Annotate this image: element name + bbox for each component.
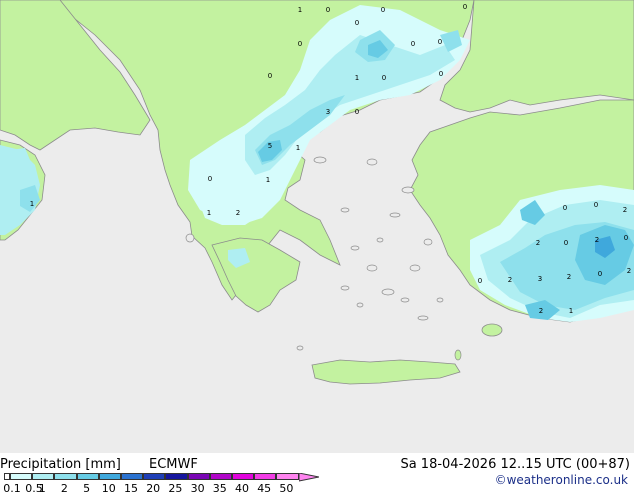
precip-value-label: 0 [438,38,442,46]
legend-swatch [76,473,99,480]
precip-value-label: 1 [296,144,300,152]
model-name: ECMWF [149,457,198,472]
legend-swatch [32,473,55,480]
map-title: Precipitation [mm] [0,457,121,472]
precip-value-label: 2 [536,239,540,247]
legend-tick-label: 0.1 [3,482,21,495]
legend-swatch [232,473,255,480]
precip-value-label: 1 [207,209,211,217]
legend-tick-label: 2 [60,482,68,495]
legend-swatch [276,473,299,480]
precip-value-label: 0 [381,6,385,14]
precip-value-label: 1 [298,6,302,14]
legend-tick-label: 30 [190,482,205,495]
legend-tick-label: 25 [168,482,183,495]
credit-link[interactable]: ©weatheronline.co.uk [495,473,628,487]
precip-value-label: 0 [326,6,330,14]
legend-swatch [254,473,277,480]
precip-value-label: 5 [268,142,272,150]
legend-swatch [98,473,121,480]
precip-value-label: 0 [355,108,359,116]
precip-value-label: 0 [298,40,302,48]
legend-swatch [165,473,188,480]
legend-tick-label: 35 [212,482,227,495]
color-scale-legend: 0.1 0.5 1 2 5 10 15 20 25 30 35 40 45 50 [0,473,340,495]
legend-tick-label: 1 [38,482,46,495]
precip-value-label: 0 [268,72,272,80]
island-karpathos [454,349,462,361]
precip-value-label: 2 [508,276,512,284]
legend-swatch [121,473,144,480]
precip-value-label: 0 [564,239,568,247]
precip-value-label: 0 [598,270,602,278]
precip-value-label: 3 [326,108,330,116]
precip-value-label: 0 [208,175,212,183]
precip-value-label: 1 [569,307,573,315]
precip-value-label: 0 [411,40,415,48]
precip-value-label: 0 [478,277,482,285]
legend-arrow [298,473,319,482]
footer-bar: Precipitation [mm] ECMWF Sa 18-04-2026 1… [0,453,634,495]
precip-value-label: 0 [355,19,359,27]
island-rhodes [481,323,503,337]
precip-value-label: 1 [30,200,34,208]
precip-value-label: 0 [463,3,467,11]
legend-tick-label: 45 [257,482,272,495]
legend-tick-label: 20 [146,482,161,495]
precip-value-label: 0 [563,204,567,212]
legend-swatch [10,473,33,480]
precip-value-label: 2 [627,267,631,275]
legend-tick-label: 50 [279,482,294,495]
precip-value-label: 1 [355,74,359,82]
legend-tick-label: 40 [235,482,249,495]
map-svg: 1 0 0 0000 01 0 003 05 10 11 21 0 022 0 2 03 2 0 20 22 1 [0,0,634,453]
precip-value-label: 2 [539,307,543,315]
legend-tick-label: 10 [101,482,116,495]
legend-tick-label: 5 [83,482,91,495]
precip-value-label: 0 [624,234,628,242]
precip-value-label: 2 [595,236,599,244]
legend-swatch [209,473,232,480]
precip-value-label: 1 [266,176,270,184]
precip-value-label: 2 [623,206,627,214]
legend-tick-label: 15 [124,482,138,495]
precip-value-label: 0 [594,201,598,209]
valid-datetime: Sa 18-04-2026 12..15 UTC (00+87) [400,457,630,472]
precip-value-label: 3 [538,275,542,283]
precip-value-label: 0 [382,74,386,82]
legend-swatch [187,473,210,480]
legend-swatch [54,473,77,480]
precipitation-map: 100000001000305101121002202032020221 [0,0,634,453]
precip-value-label: 2 [567,273,571,281]
legend-swatch [143,473,166,480]
precip-value-label: 2 [236,209,240,217]
precip-value-label: 0 [439,70,443,78]
